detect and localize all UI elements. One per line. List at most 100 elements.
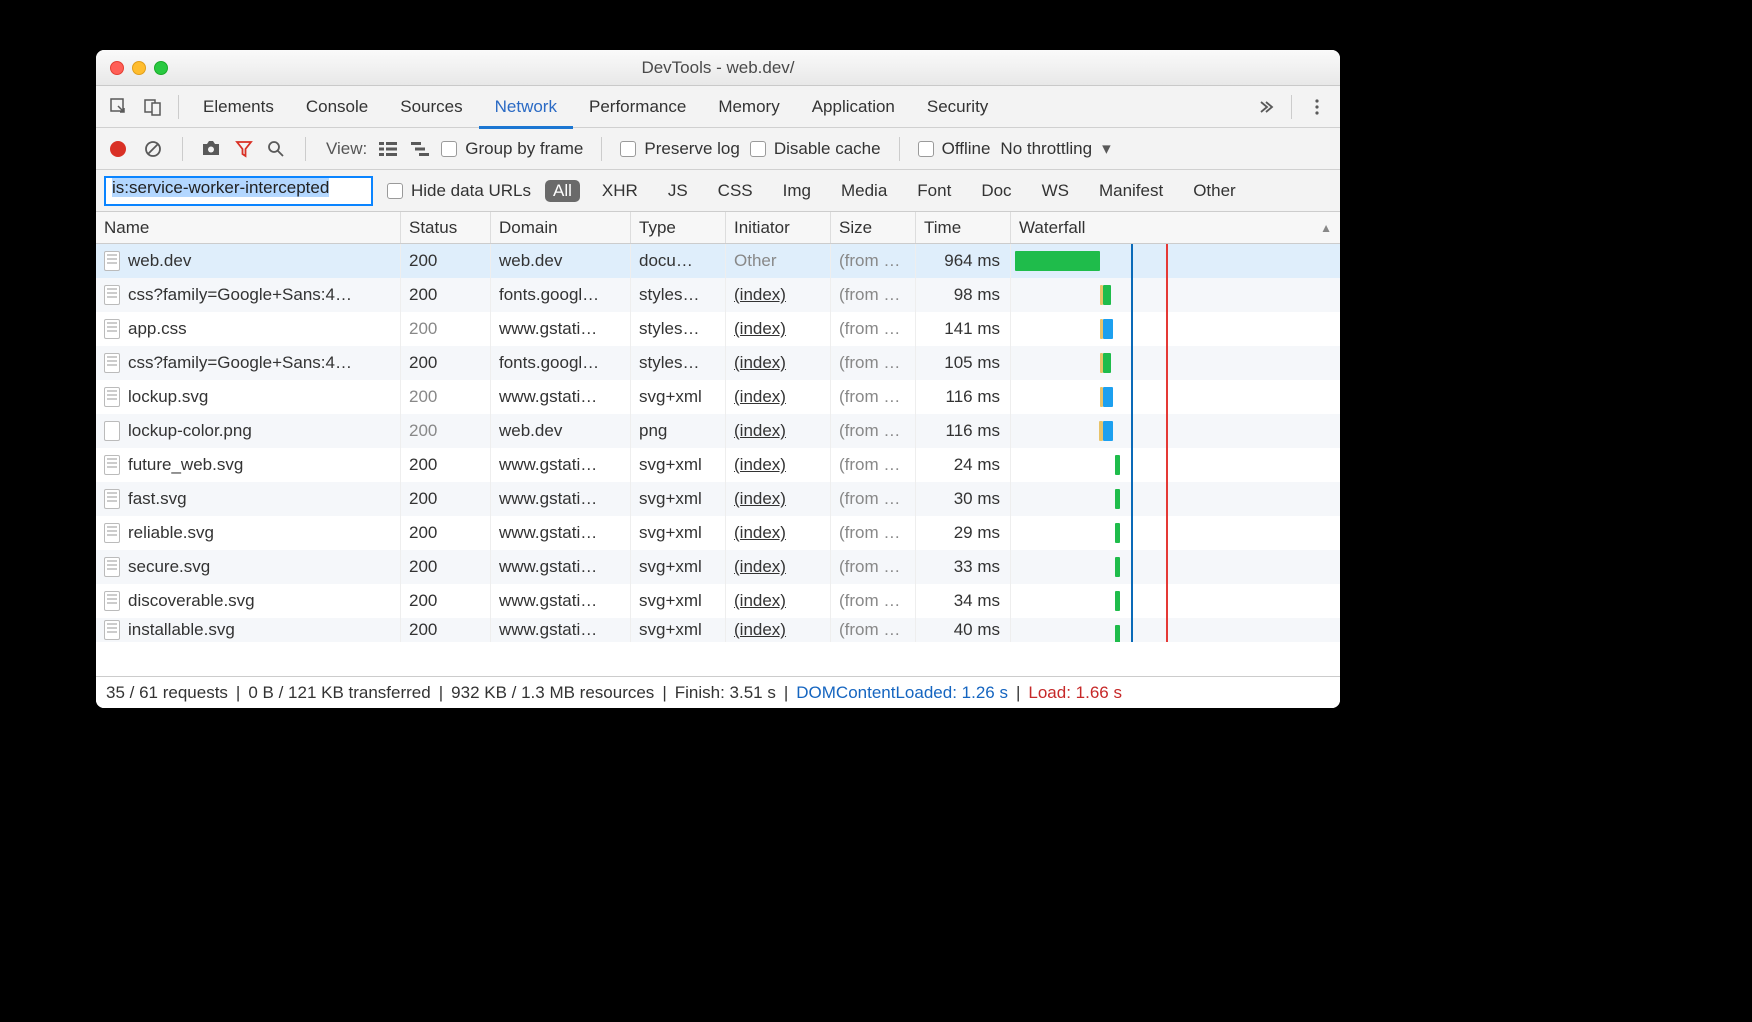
filter-type-manifest[interactable]: Manifest bbox=[1091, 180, 1171, 202]
table-row[interactable]: secure.svg200www.gstati…svg+xml(index)(f… bbox=[96, 550, 1340, 584]
column-size[interactable]: Size bbox=[831, 212, 916, 243]
waterfall-cell bbox=[1011, 584, 1340, 618]
divider bbox=[182, 137, 183, 161]
filter-type-media[interactable]: Media bbox=[833, 180, 895, 202]
preserve-log-checkbox[interactable]: Preserve log bbox=[620, 139, 739, 159]
tab-network[interactable]: Network bbox=[479, 86, 573, 128]
table-row[interactable]: fast.svg200www.gstati…svg+xml(index)(fro… bbox=[96, 482, 1340, 516]
request-time: 40 ms bbox=[916, 618, 1011, 642]
offline-label: Offline bbox=[942, 139, 991, 159]
hide-data-urls-label: Hide data URLs bbox=[411, 181, 531, 201]
status-dcl: DOMContentLoaded: 1.26 s bbox=[796, 683, 1008, 703]
tab-performance[interactable]: Performance bbox=[573, 86, 702, 128]
tab-sources[interactable]: Sources bbox=[384, 86, 478, 128]
request-initiator[interactable]: (index) bbox=[734, 620, 786, 640]
request-time: 34 ms bbox=[916, 584, 1011, 618]
table-row[interactable]: reliable.svg200www.gstati…svg+xml(index)… bbox=[96, 516, 1340, 550]
inspect-icon[interactable] bbox=[105, 93, 133, 121]
request-size: (from … bbox=[831, 278, 916, 312]
filter-type-img[interactable]: Img bbox=[775, 180, 819, 202]
request-initiator[interactable]: (index) bbox=[734, 489, 786, 509]
tab-memory[interactable]: Memory bbox=[702, 86, 795, 128]
large-rows-icon[interactable] bbox=[377, 142, 399, 156]
table-row[interactable]: discoverable.svg200www.gstati…svg+xml(in… bbox=[96, 584, 1340, 618]
waterfall-cell bbox=[1011, 244, 1340, 278]
search-icon[interactable] bbox=[265, 140, 287, 158]
request-time: 24 ms bbox=[916, 448, 1011, 482]
table-row[interactable]: lockup.svg200www.gstati…svg+xml(index)(f… bbox=[96, 380, 1340, 414]
table-row[interactable]: future_web.svg200www.gstati…svg+xml(inde… bbox=[96, 448, 1340, 482]
request-name: css?family=Google+Sans:4… bbox=[128, 353, 352, 373]
table-row[interactable]: installable.svg200www.gstati…svg+xml(ind… bbox=[96, 618, 1340, 642]
filter-type-css[interactable]: CSS bbox=[710, 180, 761, 202]
file-icon bbox=[104, 489, 120, 509]
request-domain: www.gstati… bbox=[491, 312, 631, 346]
group-by-frame-checkbox[interactable]: Group by frame bbox=[441, 139, 583, 159]
tab-console[interactable]: Console bbox=[290, 86, 384, 128]
grid-body[interactable]: web.dev200web.devdocu…Other(from …964 ms… bbox=[96, 244, 1340, 676]
request-type: styles… bbox=[631, 346, 726, 380]
column-time[interactable]: Time bbox=[916, 212, 1011, 243]
request-type: svg+xml bbox=[631, 380, 726, 414]
request-initiator[interactable]: (index) bbox=[734, 523, 786, 543]
kebab-menu-icon[interactable] bbox=[1303, 93, 1331, 121]
table-row[interactable]: lockup-color.png200web.devpng(index)(fro… bbox=[96, 414, 1340, 448]
request-initiator[interactable]: (index) bbox=[734, 557, 786, 577]
request-size: (from … bbox=[831, 618, 916, 642]
hide-data-urls-checkbox[interactable]: Hide data URLs bbox=[387, 181, 531, 201]
request-initiator[interactable]: (index) bbox=[734, 591, 786, 611]
filter-type-font[interactable]: Font bbox=[909, 180, 959, 202]
request-type: styles… bbox=[631, 312, 726, 346]
filter-type-xhr[interactable]: XHR bbox=[594, 180, 646, 202]
column-status[interactable]: Status bbox=[401, 212, 491, 243]
request-initiator[interactable]: (index) bbox=[734, 319, 786, 339]
request-type: svg+xml bbox=[631, 482, 726, 516]
request-initiator[interactable]: (index) bbox=[734, 387, 786, 407]
filter-icon[interactable] bbox=[233, 140, 255, 158]
request-domain: www.gstati… bbox=[491, 516, 631, 550]
more-tabs-icon[interactable] bbox=[1252, 93, 1280, 121]
request-name: discoverable.svg bbox=[128, 591, 255, 611]
filter-type-other[interactable]: Other bbox=[1185, 180, 1244, 202]
group-by-frame-label: Group by frame bbox=[465, 139, 583, 159]
file-icon bbox=[104, 319, 120, 339]
tab-security[interactable]: Security bbox=[911, 86, 1004, 128]
filter-input[interactable]: is:service-worker-intercepted bbox=[104, 176, 373, 206]
device-toggle-icon[interactable] bbox=[139, 93, 167, 121]
filter-type-all[interactable]: All bbox=[545, 180, 580, 202]
column-name[interactable]: Name bbox=[96, 212, 401, 243]
filter-type-doc[interactable]: Doc bbox=[973, 180, 1019, 202]
filter-type-js[interactable]: JS bbox=[660, 180, 696, 202]
filter-bar: is:service-worker-intercepted Hide data … bbox=[96, 170, 1340, 212]
tab-application[interactable]: Application bbox=[796, 86, 911, 128]
waterfall-cell bbox=[1011, 482, 1340, 516]
request-initiator[interactable]: (index) bbox=[734, 285, 786, 305]
waterfall-view-icon[interactable] bbox=[409, 142, 431, 156]
table-row[interactable]: web.dev200web.devdocu…Other(from …964 ms bbox=[96, 244, 1340, 278]
throttling-select[interactable]: No throttling▾ bbox=[1000, 139, 1110, 159]
request-status: 200 bbox=[401, 312, 491, 346]
table-row[interactable]: css?family=Google+Sans:4…200fonts.googl…… bbox=[96, 278, 1340, 312]
waterfall-cell bbox=[1011, 414, 1340, 448]
request-initiator[interactable]: (index) bbox=[734, 421, 786, 441]
request-initiator[interactable]: (index) bbox=[734, 353, 786, 373]
column-initiator[interactable]: Initiator bbox=[726, 212, 831, 243]
chevron-down-icon: ▾ bbox=[1102, 139, 1111, 159]
clear-icon[interactable] bbox=[142, 140, 164, 158]
tab-elements[interactable]: Elements bbox=[187, 86, 290, 128]
request-type: svg+xml bbox=[631, 584, 726, 618]
request-time: 29 ms bbox=[916, 516, 1011, 550]
column-domain[interactable]: Domain bbox=[491, 212, 631, 243]
disable-cache-checkbox[interactable]: Disable cache bbox=[750, 139, 881, 159]
column-waterfall[interactable]: Waterfall▲ bbox=[1011, 212, 1340, 243]
filter-type-ws[interactable]: WS bbox=[1034, 180, 1077, 202]
table-row[interactable]: app.css200www.gstati…styles…(index)(from… bbox=[96, 312, 1340, 346]
table-row[interactable]: css?family=Google+Sans:4…200fonts.googl…… bbox=[96, 346, 1340, 380]
record-icon[interactable] bbox=[110, 141, 126, 157]
column-type[interactable]: Type bbox=[631, 212, 726, 243]
window-title: DevTools - web.dev/ bbox=[96, 58, 1340, 78]
request-status: 200 bbox=[401, 448, 491, 482]
offline-checkbox[interactable]: Offline bbox=[918, 139, 991, 159]
screenshot-icon[interactable] bbox=[201, 141, 223, 157]
request-initiator[interactable]: (index) bbox=[734, 455, 786, 475]
